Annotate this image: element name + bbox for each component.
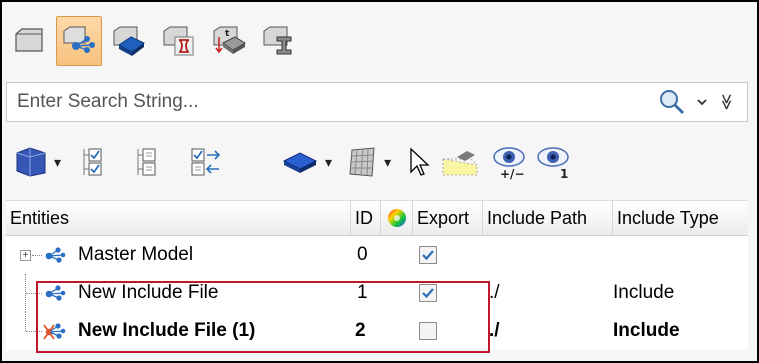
- color-cell: [381, 274, 413, 312]
- mesh-icon: [349, 147, 375, 177]
- select-none-icon: [137, 148, 156, 176]
- isolate-icon: [442, 151, 478, 176]
- column-header-export[interactable]: Export: [413, 201, 483, 235]
- search-bar: ≫: [6, 82, 748, 122]
- entity-name: New Include File (1): [78, 320, 256, 341]
- select-all-icon: [83, 148, 102, 176]
- expand-options-button[interactable]: ≫: [717, 94, 737, 111]
- cursor-icon: [410, 147, 430, 176]
- color-cell: [381, 236, 413, 274]
- search-button[interactable]: [658, 88, 686, 116]
- include-type-cell: Include: [613, 282, 675, 303]
- reverse-selection-icon: [191, 148, 221, 176]
- solver-view-icon: [163, 26, 194, 56]
- current-include-file-icon: [43, 323, 66, 340]
- chevron-down-icon: [697, 99, 707, 106]
- checkmark-icon: [422, 288, 434, 299]
- show-only-button[interactable]: 1: [533, 137, 573, 187]
- search-options-dropdown[interactable]: [696, 94, 708, 110]
- select-none-button[interactable]: [135, 137, 165, 187]
- search-input[interactable]: [7, 83, 659, 121]
- show-hide-icon: +/−: [493, 147, 525, 181]
- table-row[interactable]: + Master Model 0: [6, 236, 748, 274]
- export-cell: [413, 274, 483, 312]
- export-checkbox[interactable]: [419, 284, 437, 302]
- show-only-label: 1: [560, 167, 568, 181]
- entity-name: Master Model: [78, 244, 194, 265]
- show-hide-label: +/−: [500, 167, 525, 181]
- include-path-cell: [483, 236, 613, 274]
- expand-toggle[interactable]: +: [20, 249, 31, 261]
- include-file-icon: [45, 285, 66, 301]
- include-file-icon: [45, 247, 66, 263]
- svg-text:t: t: [225, 29, 230, 39]
- id-cell: 2: [355, 320, 366, 341]
- column-header-id[interactable]: ID: [351, 201, 381, 235]
- entity-cell: + Master Model: [6, 236, 351, 274]
- beam-section-icon: [263, 26, 292, 55]
- id-cell: 1: [357, 282, 368, 303]
- solver-view-button[interactable]: [156, 16, 202, 66]
- show-only-icon: 1: [537, 147, 569, 181]
- shaded-display-button[interactable]: [281, 137, 319, 187]
- table-header: Entities ID Export Include Path Include …: [6, 200, 748, 236]
- include-type-cell: Include: [613, 320, 680, 341]
- checkmark-icon: [422, 250, 434, 261]
- mesh-display-dropdown[interactable]: ▾: [384, 154, 391, 171]
- part-view-icon: [113, 26, 145, 56]
- beam-section-view-button[interactable]: [256, 16, 302, 66]
- display-organize-dropdown[interactable]: ▾: [54, 154, 61, 171]
- column-header-entities[interactable]: Entities: [6, 201, 351, 235]
- table-row[interactable]: New Include File 1 ./ Include: [6, 274, 748, 312]
- export-cell: [413, 236, 483, 274]
- include-view-button[interactable]: [56, 16, 102, 66]
- id-cell: 0: [357, 244, 368, 265]
- display-organize-icon: [16, 147, 46, 177]
- entity-name: New Include File: [78, 282, 219, 303]
- isolate-button[interactable]: [441, 137, 481, 187]
- color-cell: [381, 312, 413, 350]
- entity-toolbar: ▾ ▾ ▾ +/− 1: [6, 130, 748, 194]
- part-view-button[interactable]: [106, 16, 152, 66]
- column-header-include-type[interactable]: Include Type: [613, 201, 740, 235]
- time-history-view-button[interactable]: t: [206, 16, 252, 66]
- include-view-icon: [63, 26, 95, 53]
- color-wheel-icon: [387, 209, 406, 227]
- magnifier-icon: [660, 90, 685, 115]
- component-view-icon: [15, 28, 43, 52]
- entity-table: Entities ID Export Include Path Include …: [6, 200, 748, 350]
- display-organize-button[interactable]: [14, 137, 48, 187]
- time-history-icon: t: [213, 26, 246, 54]
- include-path-cell: ./: [489, 282, 500, 303]
- export-cell: [413, 312, 483, 350]
- show-hide-button[interactable]: +/−: [489, 137, 529, 187]
- pointer-button[interactable]: [407, 137, 431, 187]
- include-type-cell: [613, 236, 740, 274]
- shaded-display-dropdown[interactable]: ▾: [325, 154, 332, 171]
- export-checkbox[interactable]: [419, 322, 437, 340]
- column-header-color[interactable]: [381, 201, 413, 235]
- entity-cell: New Include File: [6, 274, 351, 312]
- shaded-icon: [282, 152, 318, 173]
- mesh-display-button[interactable]: [346, 137, 378, 187]
- export-checkbox[interactable]: [419, 246, 437, 264]
- column-header-include-path[interactable]: Include Path: [483, 201, 613, 235]
- select-all-button[interactable]: [81, 137, 111, 187]
- reverse-selection-button[interactable]: [189, 137, 223, 187]
- entity-cell: New Include File (1): [6, 312, 351, 350]
- include-path-cell: ./: [489, 320, 500, 341]
- view-toolbar: t: [6, 10, 746, 72]
- component-view-button[interactable]: [6, 16, 52, 66]
- table-row[interactable]: New Include File (1) 2 ./ Include: [6, 312, 748, 350]
